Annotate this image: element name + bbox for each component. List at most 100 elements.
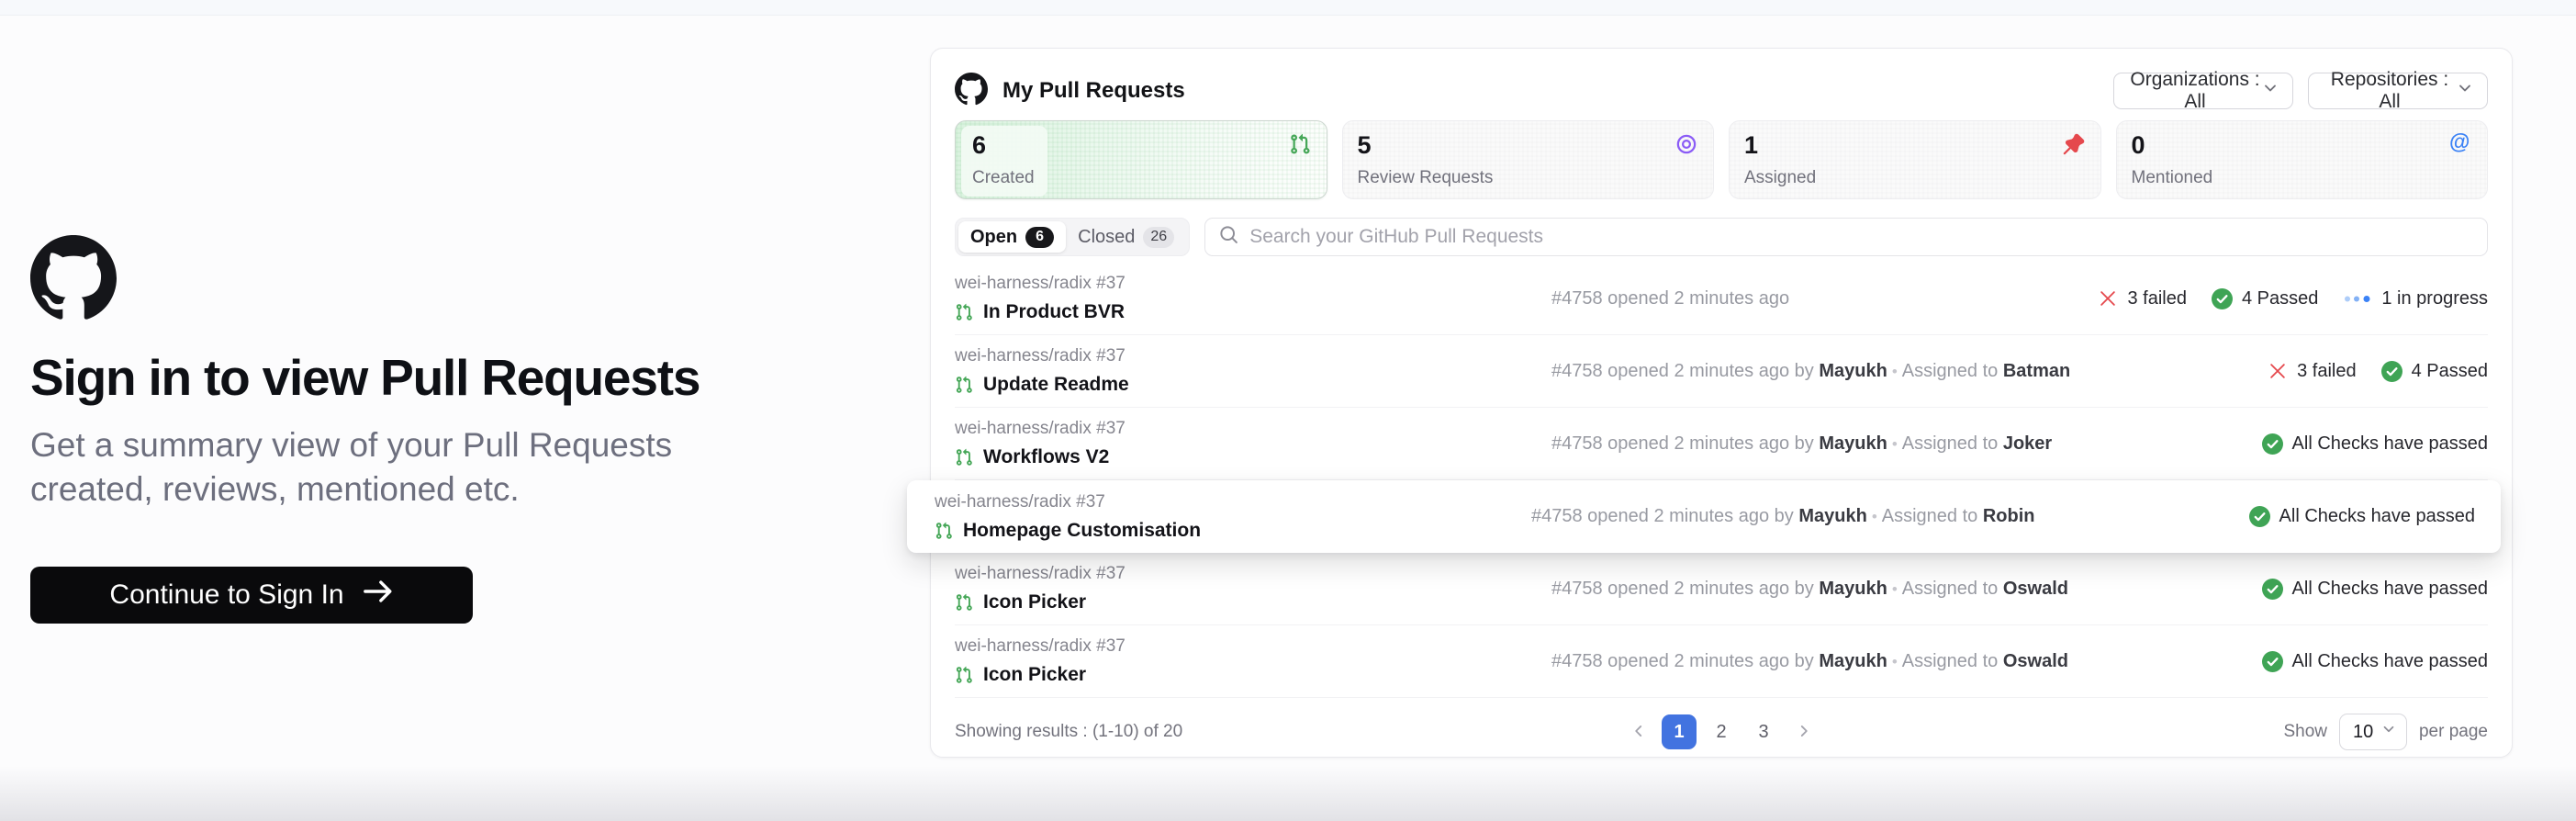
pr-title[interactable]: In Product BVR	[983, 301, 1125, 323]
check-status: 1 in progress	[2343, 288, 2488, 309]
pr-assignee: Joker	[2003, 433, 2052, 454]
check-circle-icon	[2212, 288, 2233, 309]
pr-author: Mayukh	[1814, 651, 1887, 671]
filters: Organizations : All Repositories : All	[2113, 73, 2488, 109]
check-label: 4 Passed	[2242, 288, 2318, 309]
pr-opened-text: #4758 opened 2 minutes ago by	[1551, 651, 1814, 671]
pr-left: wei-harness/radix #37 Update Readme	[955, 346, 1551, 396]
continue-sign-in-button[interactable]: Continue to Sign In	[30, 567, 473, 624]
pull-request-icon	[955, 303, 973, 321]
signin-title: Sign in to view Pull Requests	[30, 348, 893, 407]
per-page-label: per page	[2419, 722, 2488, 742]
pr-assigned-label: Assigned to	[1902, 651, 2003, 671]
stats-row: 6 Created 5 Review Requests 1 Assigned	[955, 120, 2488, 199]
pr-author: Mayukh	[1814, 433, 1887, 454]
panel-title: My Pull Requests	[1002, 78, 1185, 104]
page-button-3[interactable]: 3	[1746, 714, 1781, 749]
pr-assigned-label: Assigned to	[1902, 361, 2003, 381]
check-circle-icon	[2262, 433, 2283, 455]
stat-label: Mentioned	[2132, 168, 2213, 188]
tab-open[interactable]: Open 6	[958, 221, 1066, 253]
top-strip	[0, 0, 2576, 16]
stat-card-created[interactable]: 6 Created	[955, 120, 1327, 199]
pr-left: wei-harness/radix #37 Homepage Customisa…	[935, 492, 1531, 542]
check-label: All Checks have passed	[2292, 651, 2488, 672]
pull-request-icon	[955, 666, 973, 684]
continue-sign-in-label: Continue to Sign In	[109, 579, 343, 611]
stat-card-assigned[interactable]: 1 Assigned	[1729, 120, 2101, 199]
pr-row[interactable]: wei-harness/radix #37 Icon Picker #4758 …	[955, 553, 2488, 625]
pr-assigned-label: Assigned to	[1902, 433, 2003, 454]
check-circle-icon	[2381, 361, 2402, 382]
stat-value: 0	[2132, 131, 2213, 160]
tab-open-label: Open	[970, 227, 1017, 248]
pr-list: wei-harness/radix #37 In Product BVR #47…	[955, 263, 2488, 698]
arrow-right-icon	[363, 578, 394, 613]
page-button-1[interactable]: 1	[1662, 714, 1697, 749]
pr-left: wei-harness/radix #37 Workflows V2	[955, 419, 1551, 468]
github-logo-icon	[955, 73, 988, 110]
mention-icon: @	[2449, 129, 2471, 152]
pull-request-icon	[955, 376, 973, 394]
check-status: All Checks have passed	[2262, 579, 2488, 600]
pr-assigned-label: Assigned to	[1882, 506, 1983, 526]
check-label: All Checks have passed	[2292, 433, 2488, 455]
pr-repo: wei-harness/radix #37	[955, 346, 1551, 366]
search-input[interactable]	[1249, 226, 2473, 248]
my-pull-requests-panel: My Pull Requests Organizations : All Rep…	[930, 48, 2513, 758]
review-icon	[1675, 133, 1697, 155]
check-status: All Checks have passed	[2262, 433, 2488, 455]
page-size-value: 10	[2353, 722, 2373, 743]
pull-request-icon	[935, 522, 953, 540]
page-size-group: Show 10 per page	[2283, 714, 2488, 750]
x-icon	[2098, 288, 2118, 309]
check-circle-icon	[2249, 506, 2270, 527]
pr-checks: All Checks have passed	[2262, 433, 2488, 455]
pr-repo: wei-harness/radix #37	[955, 564, 1551, 584]
pr-row[interactable]: wei-harness/radix #37 Icon Picker #4758 …	[955, 625, 2488, 698]
page-button-2[interactable]: 2	[1704, 714, 1739, 749]
pr-row[interactable]: wei-harness/radix #37 Update Readme #475…	[955, 335, 2488, 408]
pr-meta: #4758 opened 2 minutes ago by Mayukh•Ass…	[1551, 433, 2262, 455]
pr-assignee: Batman	[2003, 361, 2070, 381]
tab-closed-count-badge: 26	[1143, 227, 1174, 248]
stat-value: 5	[1358, 131, 1494, 160]
pr-row[interactable]: wei-harness/radix #37 Homepage Customisa…	[907, 480, 2501, 553]
pr-meta: #4758 opened 2 minutes ago	[1551, 288, 2098, 309]
pr-author: Mayukh	[1814, 579, 1887, 599]
pr-meta: #4758 opened 2 minutes ago by Mayukh•Ass…	[1551, 361, 2268, 382]
pr-title[interactable]: Icon Picker	[983, 664, 1086, 686]
repositories-filter-dropdown[interactable]: Repositories : All	[2308, 73, 2488, 109]
next-page-button[interactable]	[1788, 714, 1820, 749]
check-status: 4 Passed	[2381, 361, 2488, 382]
pr-assignee: Oswald	[2003, 651, 2068, 671]
pull-request-icon	[955, 593, 973, 612]
stat-card-review-requests[interactable]: 5 Review Requests	[1342, 120, 1715, 199]
pr-opened-text: #4758 opened 2 minutes ago by	[1531, 506, 1794, 526]
check-status: 3 failed	[2098, 288, 2187, 309]
pr-checks: 3 failed4 Passed	[2268, 361, 2488, 382]
stat-card-mentioned[interactable]: 0 Mentioned @	[2116, 120, 2489, 199]
previous-page-button[interactable]	[1623, 714, 1654, 749]
pr-row[interactable]: wei-harness/radix #37 Workflows V2 #4758…	[955, 408, 2488, 480]
organizations-filter-dropdown[interactable]: Organizations : All	[2113, 73, 2293, 109]
pull-request-icon	[955, 448, 973, 467]
signin-subtitle: Get a summary view of your Pull Requests…	[30, 423, 792, 512]
stat-value: 1	[1744, 131, 1816, 160]
pr-assignee: Oswald	[2003, 579, 2068, 599]
pr-assignee: Robin	[1983, 506, 2035, 526]
pr-checks: All Checks have passed	[2262, 651, 2488, 672]
pr-title[interactable]: Homepage Customisation	[963, 520, 1201, 542]
pr-title[interactable]: Update Readme	[983, 374, 1129, 396]
pr-title[interactable]: Workflows V2	[983, 446, 1109, 468]
pr-title[interactable]: Icon Picker	[983, 591, 1086, 613]
check-status: 4 Passed	[2212, 288, 2318, 309]
panel-header: My Pull Requests Organizations : All Rep…	[955, 73, 2488, 109]
signin-section: Sign in to view Pull Requests Get a summ…	[30, 235, 893, 624]
chevron-down-icon	[2380, 721, 2397, 743]
tab-closed[interactable]: Closed 26	[1066, 221, 1186, 253]
pr-row[interactable]: wei-harness/radix #37 In Product BVR #47…	[955, 263, 2488, 335]
separator-dot: •	[1887, 435, 1902, 453]
page-size-dropdown[interactable]: 10	[2339, 714, 2407, 750]
check-status: All Checks have passed	[2262, 651, 2488, 672]
